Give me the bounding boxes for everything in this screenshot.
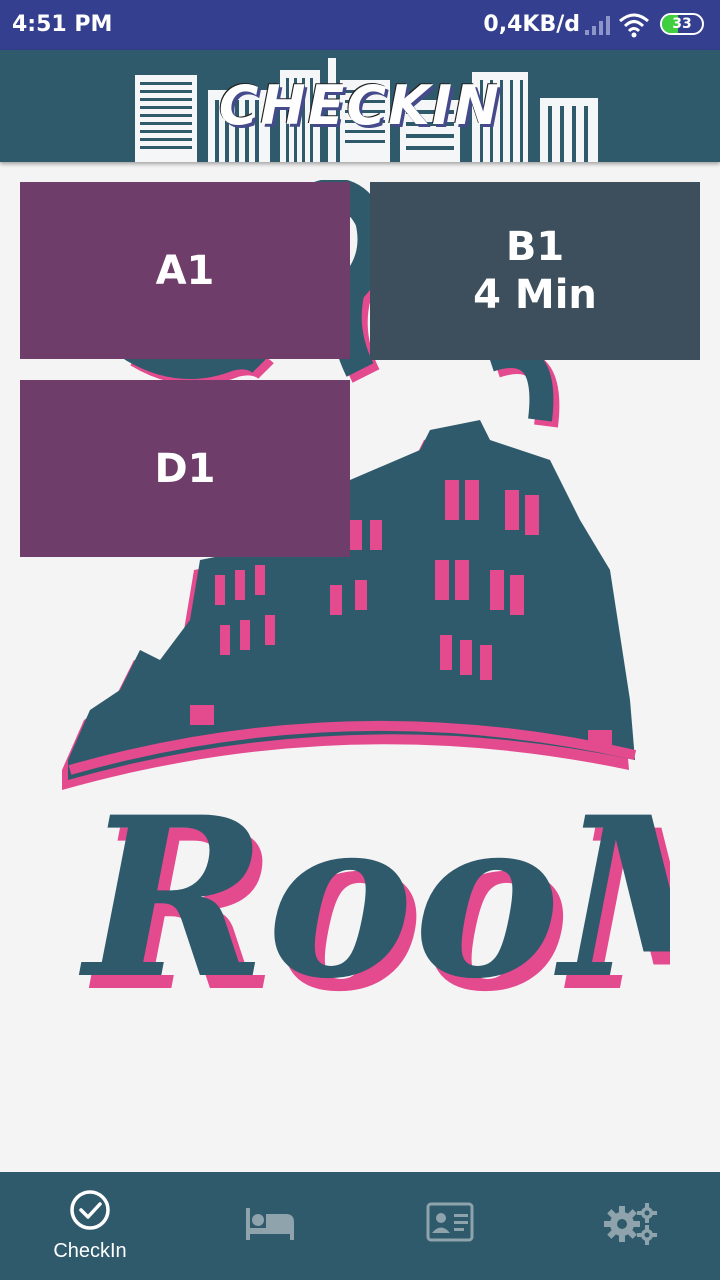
nav-item-profile[interactable] (360, 1172, 540, 1280)
nav-item-rooms[interactable] (180, 1172, 360, 1280)
gears-icon (604, 1203, 657, 1245)
nav-item-settings[interactable] (540, 1172, 720, 1280)
room-tile-label: D1 (154, 445, 216, 492)
room-tile-label: B1 (505, 224, 565, 270)
room-tile-b1[interactable]: B1 4 Min (370, 182, 700, 360)
room-logo-text: RooM (78, 768, 670, 1027)
status-time: 4:51 PM (12, 12, 113, 37)
network-speed: 0,4KB/d (483, 12, 580, 37)
app-title: CHECKIN (218, 74, 502, 137)
signal-icon (585, 16, 610, 35)
bottom-nav: CheckIn (0, 1172, 720, 1280)
nav-item-label: CheckIn (53, 1240, 127, 1262)
nav-item-checkin[interactable]: CheckIn (0, 1172, 180, 1280)
status-bar: 4:51 PM 0,4KB/d 33 (0, 0, 720, 50)
room-tile-label: A1 (155, 247, 215, 294)
room-tile-timer: 4 Min (473, 272, 597, 318)
battery-level: 33 (672, 16, 692, 32)
bed-icon (246, 1208, 294, 1240)
battery-icon: 33 (660, 13, 704, 35)
app-bar: CHECKIN (0, 50, 720, 162)
check-circle-icon (70, 1190, 110, 1230)
id-card-icon (426, 1202, 474, 1242)
room-tile-a1[interactable]: A1 (20, 182, 350, 359)
wifi-icon (619, 13, 649, 38)
room-tile-d1[interactable]: D1 (20, 380, 350, 557)
